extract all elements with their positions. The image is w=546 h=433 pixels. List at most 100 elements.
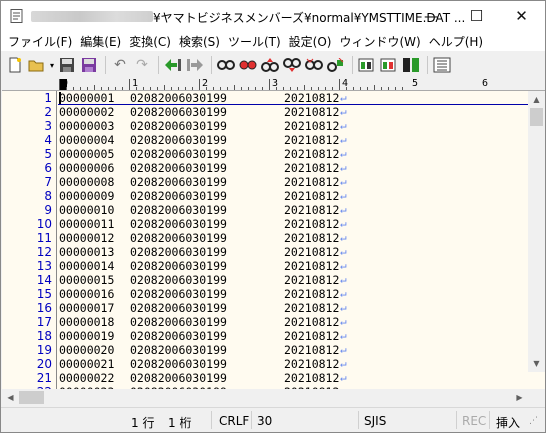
line-number: 5	[44, 147, 52, 161]
text-line[interactable]: 3 00000003 02082006030199 20210812 ↵	[2, 119, 532, 133]
text-line[interactable]: 8 00000009 02082006030199 20210812 ↵	[2, 189, 532, 203]
grep-icon[interactable]	[357, 55, 377, 75]
save-as-icon[interactable]	[79, 55, 99, 75]
menu-convert[interactable]: 変換(C)	[126, 33, 174, 50]
text-line[interactable]: 21 00000022 02082006030199 20210812 ↵	[2, 371, 532, 385]
close-button[interactable]: ✕	[499, 1, 544, 31]
status-rec[interactable]: REC	[462, 414, 486, 428]
menu-search[interactable]: 検索(S)	[176, 33, 223, 50]
menu-file[interactable]: ファイル(F)	[5, 33, 75, 50]
text-line[interactable]: 2 00000002 02082006030199 20210812 ↵	[2, 105, 532, 119]
text-line[interactable]: 17 00000018 02082006030199 20210812 ↵	[2, 315, 532, 329]
ruler-tick	[367, 87, 368, 90]
line-number: 8	[44, 189, 52, 203]
record-code: 02082006030199	[130, 371, 227, 385]
line-number: 12	[36, 245, 52, 259]
record-date: 20210812	[284, 133, 340, 147]
record-code: 02082006030199	[130, 245, 227, 259]
resize-grip-icon[interactable]: ⋰	[529, 416, 538, 426]
column-ruler: 0 1 2 3 4 5 6	[2, 79, 545, 91]
status-separator	[251, 411, 252, 429]
text-line[interactable]: 5 00000005 02082006030199 20210812 ↵	[2, 147, 532, 161]
line-number: 16	[36, 301, 52, 315]
text-line[interactable]: 13 00000014 02082006030199 20210812 ↵	[2, 259, 532, 273]
open-folder-icon[interactable]	[27, 55, 47, 75]
record-id: 00000011	[59, 217, 115, 231]
status-eol[interactable]: CRLF	[219, 414, 249, 428]
record-id: 00000019	[59, 329, 115, 343]
record-code: 02082006030199	[130, 161, 227, 175]
scroll-right-icon[interactable]: ▶	[511, 389, 528, 406]
menu-help[interactable]: ヘルプ(H)	[426, 33, 486, 50]
outline-icon[interactable]	[432, 55, 452, 75]
ruler-tick	[311, 87, 312, 90]
redo-icon[interactable]: ↷	[132, 55, 152, 75]
menu-tools[interactable]: ツール(T)	[225, 33, 284, 50]
record-date: 20210812	[284, 287, 340, 301]
scroll-down-icon[interactable]: ▼	[528, 355, 545, 372]
ruler-tick	[241, 87, 242, 90]
ruler-label: 6	[482, 79, 489, 89]
text-line[interactable]: 20 00000021 02082006030199 20210812 ↵	[2, 357, 532, 371]
record-code: 02082006030199	[130, 147, 227, 161]
text-line[interactable]: 4 00000004 02082006030199 20210812 ↵	[2, 133, 532, 147]
vertical-scroll-thumb[interactable]	[530, 108, 543, 126]
jump-back-icon[interactable]	[163, 55, 183, 75]
search-up-icon[interactable]	[260, 55, 280, 75]
ruler-tick	[199, 79, 200, 90]
undo-icon[interactable]: ↶	[110, 55, 130, 75]
replace-icon[interactable]	[304, 55, 324, 75]
vertical-scrollbar[interactable]: ▲ ▼	[528, 91, 545, 372]
search-next-icon[interactable]	[238, 55, 258, 75]
text-line[interactable]: 19 00000020 02082006030199 20210812 ↵	[2, 343, 532, 357]
ruler-tick	[192, 87, 193, 90]
record-code: 02082006030199	[130, 133, 227, 147]
status-insert-mode[interactable]: 挿入	[496, 414, 520, 431]
search-prev-icon[interactable]	[216, 55, 236, 75]
record-code: 02082006030199	[130, 329, 227, 343]
text-line[interactable]: 1 00000001 02082006030199 20210812 ↵	[2, 91, 532, 105]
text-line[interactable]: 12 00000013 02082006030199 20210812 ↵	[2, 245, 532, 259]
open-dropdown-icon[interactable]: ▾	[49, 55, 55, 75]
record-code: 02082006030199	[130, 301, 227, 315]
minimize-button[interactable]: —	[409, 1, 454, 31]
record-id: 00000016	[59, 287, 115, 301]
menu-settings[interactable]: 設定(O)	[286, 33, 335, 50]
text-line[interactable]: 14 00000015 02082006030199 20210812 ↵	[2, 273, 532, 287]
search-down-icon[interactable]	[282, 55, 302, 75]
editor-window: ¥ヤマトビジネスメンバーズ¥normal¥YMSTTIME.DAT ... — …	[0, 0, 546, 433]
text-line[interactable]: 7 00000008 02082006030199 20210812 ↵	[2, 175, 532, 189]
menu-window[interactable]: ウィンドウ(W)	[336, 33, 423, 50]
text-line[interactable]: 11 00000012 02082006030199 20210812 ↵	[2, 231, 532, 245]
text-line[interactable]: 10 00000011 02082006030199 20210812 ↵	[2, 217, 532, 231]
eol-mark: ↵	[340, 203, 347, 216]
text-line[interactable]: 16 00000017 02082006030199 20210812 ↵	[2, 301, 532, 315]
status-separator	[489, 411, 490, 429]
save-icon[interactable]	[57, 55, 77, 75]
horizontal-scroll-thumb[interactable]	[19, 391, 44, 404]
record-id: 00000017	[59, 301, 115, 315]
record-id: 00000008	[59, 175, 115, 189]
new-file-icon[interactable]	[5, 55, 25, 75]
horizontal-scrollbar[interactable]: ◀ ▶	[2, 389, 528, 406]
maximize-button[interactable]: ☐	[454, 1, 499, 31]
menu-edit[interactable]: 編集(E)	[77, 33, 124, 50]
jump-forward-icon[interactable]	[185, 55, 205, 75]
line-number: 17	[36, 315, 52, 329]
text-line[interactable]: 15 00000016 02082006030199 20210812 ↵	[2, 287, 532, 301]
text-editor[interactable]: 0 1 2 3 4 5 6 1 00000001 02082006030199 202…	[2, 79, 545, 389]
record-date: 20210812	[284, 357, 340, 371]
text-line[interactable]: 18 00000019 02082006030199 20210812 ↵	[2, 329, 532, 343]
bookmark-icon[interactable]	[326, 55, 346, 75]
eol-mark: ↵	[340, 133, 347, 146]
text-line[interactable]: 6 00000006 02082006030199 20210812 ↵	[2, 161, 532, 175]
scroll-left-icon[interactable]: ◀	[2, 389, 19, 406]
record-code: 02082006030199	[130, 119, 227, 133]
compare-icon[interactable]	[401, 55, 421, 75]
text-line[interactable]: 9 00000010 02082006030199 20210812 ↵	[2, 203, 532, 217]
record-id: 00000006	[59, 161, 115, 175]
scroll-up-icon[interactable]: ▲	[528, 91, 545, 108]
status-encoding[interactable]: SJIS	[364, 414, 386, 428]
grep-replace-icon[interactable]	[379, 55, 399, 75]
ruler-tick	[66, 87, 67, 90]
